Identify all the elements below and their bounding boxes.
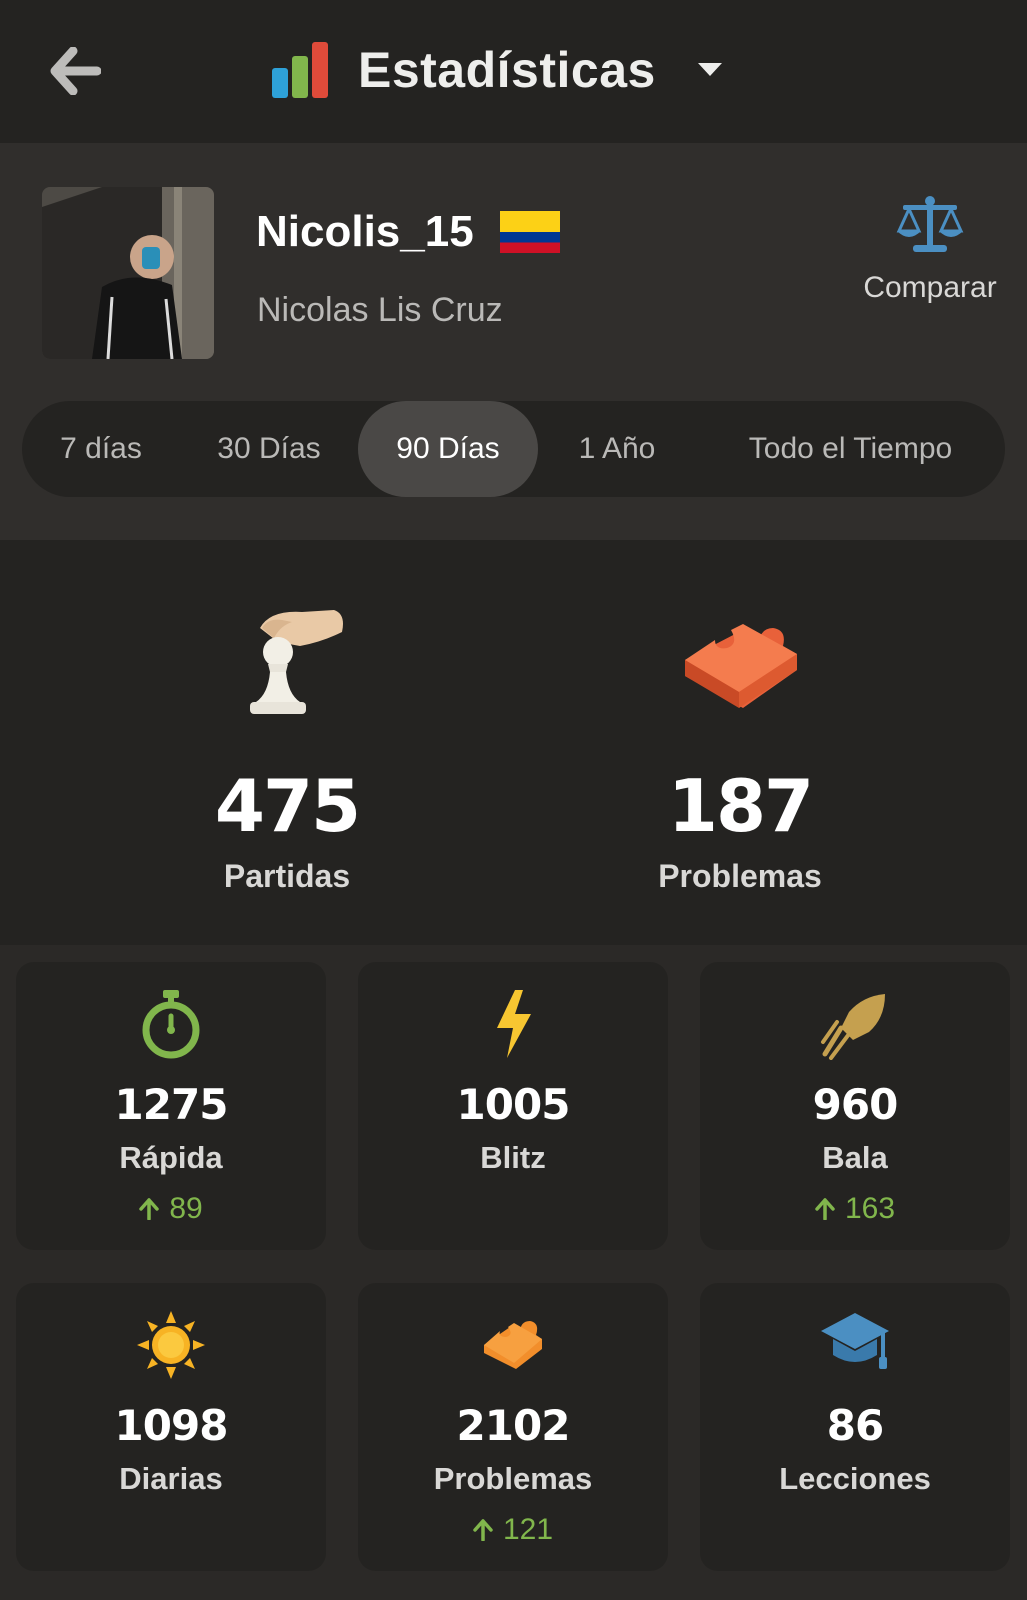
- bala-delta-value: 163: [844, 1192, 896, 1225]
- scales-icon: [896, 196, 964, 252]
- games-count: 475: [214, 764, 361, 848]
- lightning-icon: [497, 990, 531, 1058]
- problemas-delta: 121: [358, 1513, 668, 1547]
- diarias-rating: 1098: [114, 1401, 229, 1450]
- rapida-label: Rápida: [119, 1140, 223, 1175]
- page-title: Estadísticas: [358, 42, 656, 98]
- problemas-label: Problemas: [433, 1461, 593, 1496]
- bala-label: Bala: [822, 1140, 888, 1175]
- diarias-label: Diarias: [119, 1461, 223, 1496]
- chevron-down-icon: [697, 63, 722, 76]
- puzzle-icon: [484, 1321, 542, 1369]
- puzzles-summary[interactable]: 187 Problemas: [590, 598, 890, 895]
- username[interactable]: Nicolis_15: [256, 207, 474, 257]
- card-blitz[interactable]: 1005 Blitz: [358, 962, 668, 1250]
- bullet-icon: [821, 994, 885, 1060]
- card-problemas[interactable]: 2102 Problemas 121: [358, 1283, 668, 1571]
- bala-delta: 163: [700, 1192, 1010, 1226]
- tab-30-dias[interactable]: 30 Días: [180, 401, 358, 497]
- card-rapida[interactable]: 1275 Rápida 89: [16, 962, 326, 1250]
- back-arrow-icon: [50, 47, 101, 95]
- rapida-rating: 1275: [114, 1080, 229, 1129]
- card-bala[interactable]: 960 Bala 163: [700, 962, 1010, 1250]
- card-lecciones[interactable]: 86 Lecciones: [700, 1283, 1010, 1571]
- tab-1-ano[interactable]: 1 Año: [538, 401, 696, 497]
- time-range-tabs: 7 días 30 Días 90 Días 1 Año Todo el Tie…: [22, 401, 1005, 497]
- graduation-cap-icon: [821, 1313, 889, 1369]
- bar-chart-icon: [272, 42, 328, 98]
- arrow-up-icon: [473, 1519, 493, 1541]
- sun-icon: [137, 1311, 205, 1379]
- puzzles-count: 187: [667, 764, 814, 848]
- avatar[interactable]: [42, 187, 214, 359]
- avatar-photo-icon: [42, 187, 214, 359]
- card-diarias[interactable]: 1098 Diarias: [16, 1283, 326, 1571]
- puzzle-piece-icon: [685, 624, 797, 708]
- tab-90-dias[interactable]: 90 Días: [358, 401, 538, 497]
- pawn-hand-icon: [250, 610, 343, 714]
- games-label: Partidas: [223, 858, 351, 894]
- compare-button[interactable]: Comparar: [850, 193, 1010, 305]
- arrow-up-icon: [139, 1198, 160, 1220]
- rapida-delta-value: 89: [169, 1192, 203, 1225]
- rapida-delta: 89: [16, 1192, 326, 1226]
- problemas-rating: 2102: [456, 1401, 571, 1450]
- problemas-delta-value: 121: [502, 1513, 554, 1546]
- back-button[interactable]: [40, 36, 110, 106]
- profile-section: Nicolis_15 Nicolas Lis Cruz Comparar 7 d…: [0, 143, 1027, 540]
- lecciones-count: 86: [826, 1401, 884, 1450]
- arrow-up-icon: [815, 1198, 835, 1220]
- compare-label: Comparar: [863, 271, 997, 304]
- blitz-rating: 1005: [456, 1080, 571, 1129]
- blitz-label: Blitz: [480, 1140, 546, 1175]
- summary-section: 475 Partidas 187 Problemas: [0, 540, 1027, 945]
- bala-rating: 960: [812, 1080, 899, 1129]
- tab-todo-el-tiempo[interactable]: Todo el Tiempo: [696, 401, 1005, 497]
- stats-title-dropdown[interactable]: Estadísticas: [270, 30, 724, 110]
- games-summary[interactable]: 475 Partidas: [137, 598, 437, 895]
- stopwatch-icon: [142, 990, 200, 1059]
- full-name: Nicolas Lis Cruz: [257, 291, 503, 329]
- puzzles-label: Problemas: [658, 858, 822, 894]
- lecciones-label: Lecciones: [779, 1461, 931, 1496]
- username-row: Nicolis_15: [256, 207, 560, 257]
- colombia-flag-icon: [499, 211, 560, 253]
- tab-7-dias[interactable]: 7 días: [22, 401, 180, 497]
- app-header: Estadísticas: [0, 0, 1027, 143]
